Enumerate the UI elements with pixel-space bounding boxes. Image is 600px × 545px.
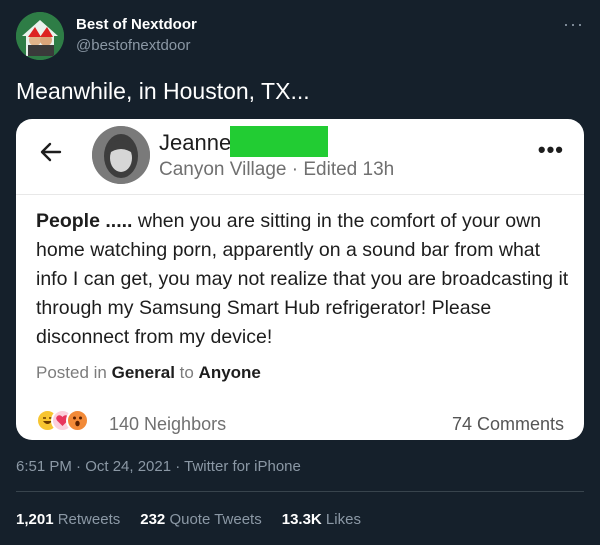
posted-in: Posted in General to Anyone	[36, 363, 261, 383]
tweet-timestamp[interactable]: 6:51 PM · Oct 24, 2021 · Twitter for iPh…	[16, 458, 301, 475]
likes-stat[interactable]: 13.3K Likes	[282, 511, 361, 528]
tweet-text: Meanwhile, in Houston, TX...	[16, 78, 310, 104]
retweets-label: Retweets	[53, 511, 121, 528]
attached-screenshot[interactable]: Jeanne Canyon Village · Edited 13h ••• P…	[16, 119, 584, 440]
retweets-stat[interactable]: 1,201 Retweets	[16, 511, 120, 528]
comments-count: 74 Comments	[451, 414, 564, 434]
posted-prefix: Posted in	[36, 363, 112, 382]
post-location: Canyon Village	[159, 159, 287, 180]
surprised-emoji-icon	[66, 409, 89, 432]
posted-to: to	[174, 363, 199, 382]
quote-tweets-stat[interactable]: 232 Quote Tweets	[140, 511, 261, 528]
account-handle[interactable]: @bestofnextdoor	[76, 37, 190, 54]
likes-label: Likes	[321, 511, 361, 528]
name-redaction	[230, 126, 328, 157]
account-name[interactable]: Best of Nextdoor	[76, 16, 197, 33]
post-meta: Canyon Village · Edited 13h	[159, 159, 394, 181]
card-divider	[16, 194, 584, 195]
account-avatar[interactable]	[16, 12, 64, 60]
post-body-lead: People .....	[36, 210, 133, 232]
tweet-stats: 1,201 Retweets 232 Quote Tweets 13.3K Li…	[16, 511, 381, 528]
retweets-count: 1,201	[16, 511, 54, 528]
quote-tweets-label: Quote Tweets	[165, 511, 262, 528]
post-edited: · Edited 13h	[286, 159, 395, 180]
quote-tweets-count: 232	[140, 511, 166, 528]
neighbors-count: 140 Neighbors	[109, 414, 227, 434]
post-author-avatar	[92, 126, 150, 184]
post-author-name: Jeanne	[159, 130, 232, 155]
post-body: People ..... when you are sitting in the…	[36, 207, 571, 352]
likes-count: 13.3K	[281, 511, 322, 528]
more-dots-icon[interactable]: ···	[563, 14, 584, 35]
post-audience: Anyone	[198, 363, 261, 382]
stats-divider	[16, 491, 584, 492]
post-category: General	[111, 363, 175, 382]
post-more-icon: •••	[537, 137, 564, 162]
back-arrow-icon	[38, 139, 64, 170]
reaction-icons	[36, 409, 89, 432]
